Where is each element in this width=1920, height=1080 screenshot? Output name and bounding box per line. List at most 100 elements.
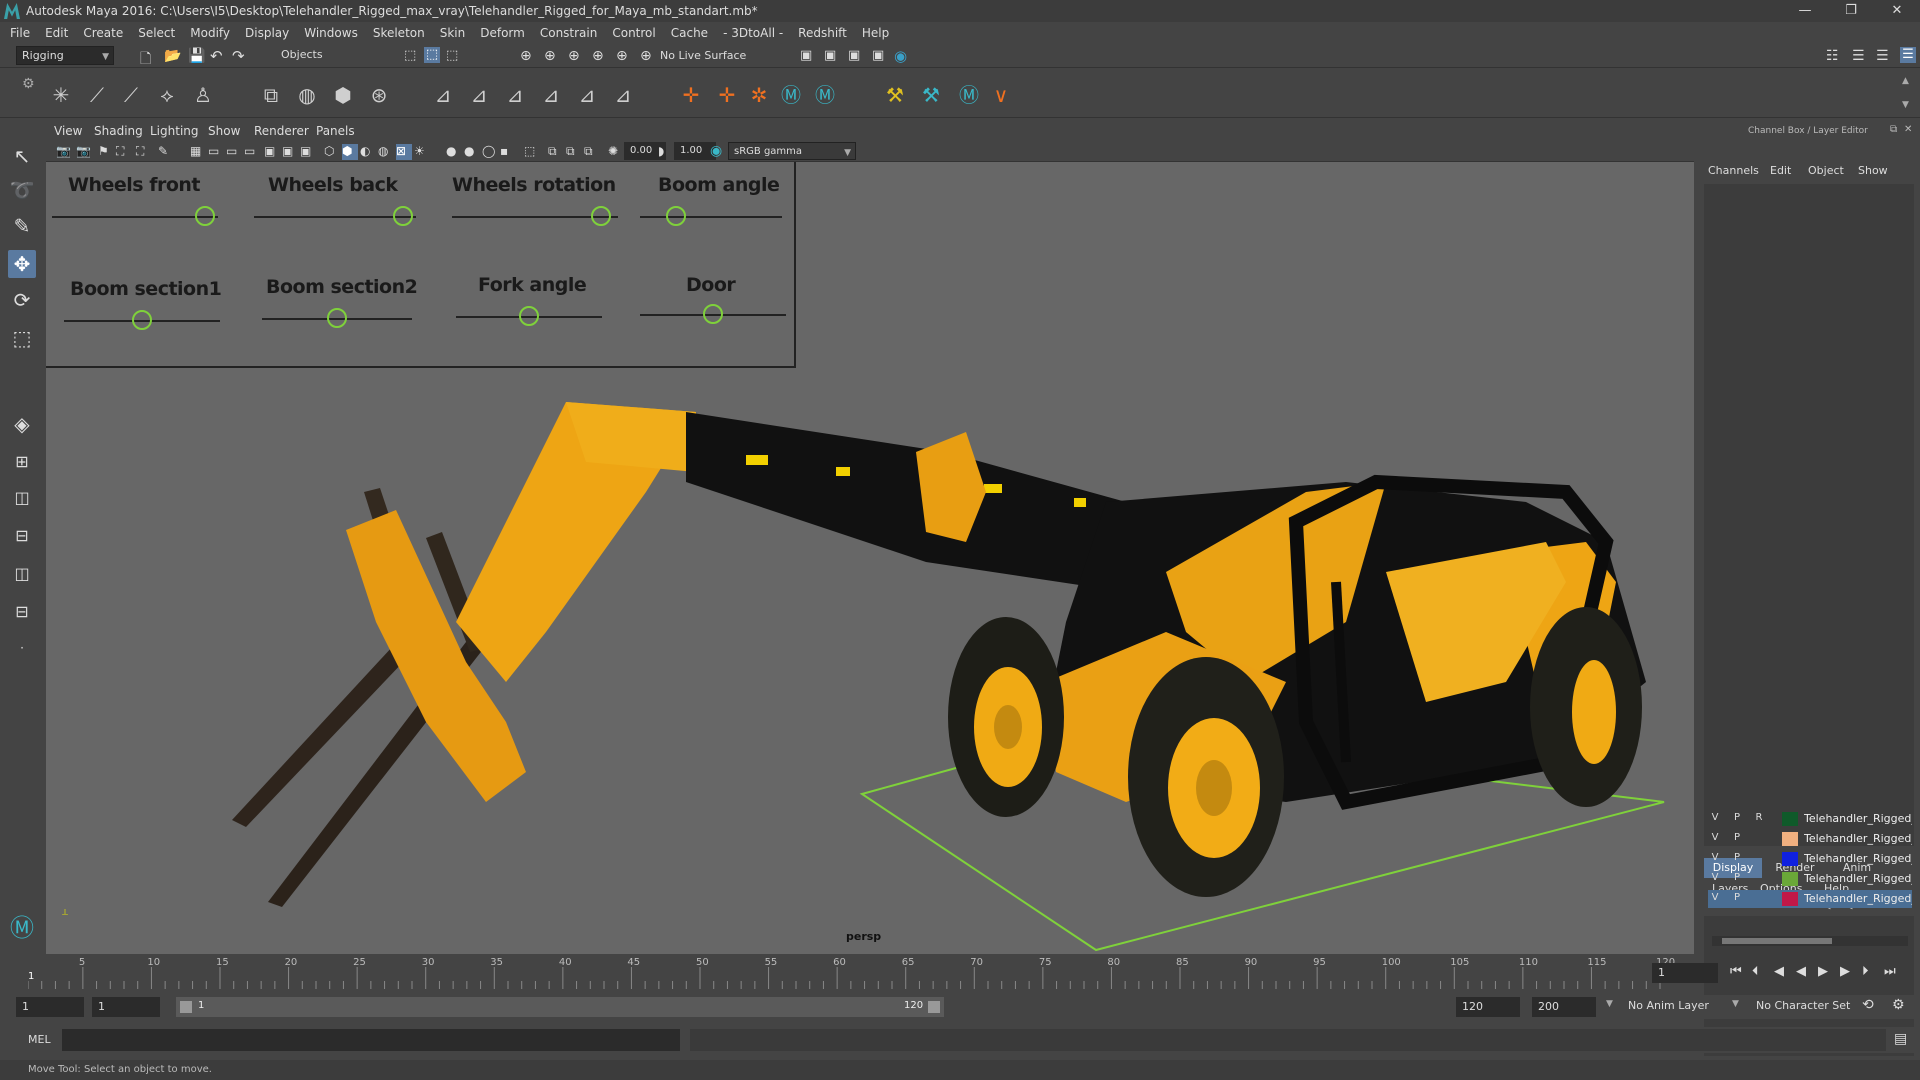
wrap-deformer-icon[interactable]: ⚒ <box>920 84 942 106</box>
xray-active-icon[interactable]: ⧉ <box>566 144 582 160</box>
range-end-handle[interactable] <box>928 1001 940 1013</box>
layer-color-swatch[interactable] <box>1782 892 1798 906</box>
cb-menu-edit[interactable]: Edit <box>1770 164 1791 177</box>
open-scene-icon[interactable]: 📂 <box>164 48 181 64</box>
gate-mask-icon[interactable]: ▭ <box>244 144 260 160</box>
lattice-icon[interactable]: ✲ <box>748 84 770 106</box>
bind-skin-icon[interactable]: ⧉ <box>260 84 282 106</box>
menu-skin[interactable]: Skin <box>440 26 466 40</box>
layer-name[interactable]: Telehandler_Rigged_F <box>1804 892 1912 905</box>
create-joints-icon[interactable]: ✳ <box>50 84 72 106</box>
layer-name[interactable]: Telehandler_Rigged_b <box>1804 852 1912 865</box>
layer-visibility[interactable]: V <box>1708 832 1722 843</box>
shelf-scroll-up-icon[interactable]: ▲ <box>1902 76 1909 86</box>
command-input[interactable] <box>62 1029 680 1051</box>
panel-menu-show[interactable]: Show <box>208 124 240 138</box>
motion-blur-icon[interactable]: ● <box>464 144 480 160</box>
gamma-icon[interactable]: ◗ <box>658 144 674 160</box>
new-scene-icon[interactable]: 🗋 <box>140 48 156 67</box>
menu-deform[interactable]: Deform <box>480 26 525 40</box>
anti-aliasing-icon[interactable]: ◯ <box>482 144 498 160</box>
boom-angle-knob[interactable] <box>665 206 686 226</box>
image-plane-icon[interactable]: ⛶ <box>116 144 132 160</box>
maya-script-a-icon[interactable]: Ⓜ <box>780 84 802 106</box>
layer-playback[interactable]: P <box>1730 872 1744 883</box>
step-back-key-icon[interactable]: ⏴ <box>1752 964 1759 979</box>
menu-file[interactable]: File <box>10 26 30 40</box>
menu-redshift[interactable]: Redshift <box>798 26 847 40</box>
panel-menu-shading[interactable]: Shading <box>94 124 143 138</box>
layer-color-swatch[interactable] <box>1782 832 1798 846</box>
layer-playback[interactable]: P <box>1730 892 1744 903</box>
move-tool-icon[interactable]: ✥ <box>8 250 36 278</box>
select-by-object-icon[interactable]: ⬚ <box>424 47 440 63</box>
cb-menu-object[interactable]: Object <box>1808 164 1844 177</box>
play-backward-icon[interactable]: ◀ <box>1796 964 1806 979</box>
field-chart-icon[interactable]: ▣ <box>264 144 280 160</box>
anim-layer-label[interactable]: No Anim Layer <box>1628 999 1709 1012</box>
render-settings-icon[interactable]: ▣ <box>872 48 888 64</box>
menu-skeleton[interactable]: Skeleton <box>373 26 425 40</box>
ik-handle-icon[interactable]: ⟋ <box>86 84 108 106</box>
layer-visibility[interactable]: V <box>1708 852 1722 863</box>
undo-icon[interactable]: ↶ <box>210 47 226 65</box>
snap-surface-icon[interactable]: ⊕ <box>616 48 632 64</box>
minimize-button[interactable]: — <box>1782 0 1828 22</box>
select-mode-dropdown[interactable]: Objects <box>276 46 376 65</box>
interactive-bind-icon[interactable]: ◍ <box>296 84 318 106</box>
shelf-scroll-down-icon[interactable]: ▼ <box>1902 100 1909 110</box>
chevron-down-icon[interactable]: ▼ <box>1606 999 1613 1009</box>
humanik-icon[interactable]: ♙ <box>192 84 214 106</box>
menu-windows[interactable]: Windows <box>304 26 358 40</box>
scale-tool-icon[interactable]: ⬚ <box>8 324 36 352</box>
panel-menu-panels[interactable]: Panels <box>316 124 355 138</box>
menu-constrain[interactable]: Constrain <box>540 26 598 40</box>
snap-grid-icon[interactable]: ⊕ <box>520 48 536 64</box>
character-set-label[interactable]: No Character Set <box>1756 999 1850 1012</box>
maya-home-icon[interactable]: Ⓜ <box>8 914 36 942</box>
live-surface-label[interactable]: No Live Surface <box>660 49 746 62</box>
render-view-icon[interactable]: ▣ <box>800 48 816 64</box>
menu-select[interactable]: Select <box>138 26 175 40</box>
layer-playback[interactable]: P <box>1730 832 1744 843</box>
select-by-hierarchy-icon[interactable]: ⬚ <box>404 48 420 64</box>
menuset-dropdown[interactable]: Rigging ▼ <box>16 46 114 65</box>
make-live-icon[interactable]: ⊕ <box>640 48 656 64</box>
wheels-front-knob[interactable] <box>194 206 215 226</box>
restore-button[interactable]: ❐ <box>1828 0 1874 22</box>
wireframe-on-shaded-icon[interactable]: ◐ <box>360 144 376 160</box>
snap-view-plane-icon[interactable]: ⊕ <box>592 48 608 64</box>
layer-row[interactable]: V P Telehandler_Rigged_h <box>1708 830 1912 848</box>
smooth-skin-icon[interactable]: ⬢ <box>332 84 354 106</box>
menu-create[interactable]: Create <box>83 26 123 40</box>
menu-display[interactable]: Display <box>245 26 289 40</box>
play-forward-icon[interactable]: ▶ <box>1818 964 1828 979</box>
single-perspective-layout-icon[interactable]: ◈ <box>8 410 36 438</box>
wheels-back-knob[interactable] <box>393 206 414 226</box>
menu-control[interactable]: Control <box>612 26 655 40</box>
lasso-tool-icon[interactable]: ➰ <box>8 176 36 204</box>
perspective-viewport[interactable]: Wheels front Wheels back Wheels rotation… <box>46 162 1694 954</box>
bookmark-icon[interactable]: ⚑ <box>98 144 114 160</box>
render-current-icon[interactable]: ▣ <box>824 48 840 64</box>
layer-visibility[interactable]: V <box>1708 872 1722 883</box>
layer-name[interactable]: Telehandler_Rigged_c <box>1804 872 1912 885</box>
maya-script-c-icon[interactable]: Ⓜ <box>958 84 980 106</box>
textured-icon[interactable]: ◍ <box>378 144 394 160</box>
locator-icon[interactable]: ✛ <box>680 84 702 106</box>
layer-display-type[interactable]: R <box>1752 812 1766 823</box>
step-forward-frame-icon[interactable]: ▶ <box>1840 964 1850 979</box>
redo-icon[interactable]: ↷ <box>232 47 248 65</box>
anim-preferences-icon[interactable]: ⚙ <box>1892 997 1905 1013</box>
persp-outliner-layout-icon[interactable]: ◫ <box>8 484 36 512</box>
rotate-tool-icon[interactable]: ⟳ <box>8 286 36 314</box>
layer-visibility[interactable]: V <box>1708 812 1722 823</box>
grid-toggle-icon[interactable]: ▦ <box>190 144 206 160</box>
parent-constraint-icon[interactable]: ⊿ <box>432 84 454 106</box>
animation-start-field[interactable]: 1 <box>16 997 84 1017</box>
menu-help[interactable]: Help <box>862 26 889 40</box>
go-to-end-icon[interactable]: ⏭ <box>1884 964 1896 979</box>
panel-menu-renderer[interactable]: Renderer <box>254 124 309 138</box>
graph-editor-layout-icon[interactable]: ⊟ <box>8 598 36 626</box>
screen-space-ao-icon[interactable]: ● <box>446 144 462 160</box>
